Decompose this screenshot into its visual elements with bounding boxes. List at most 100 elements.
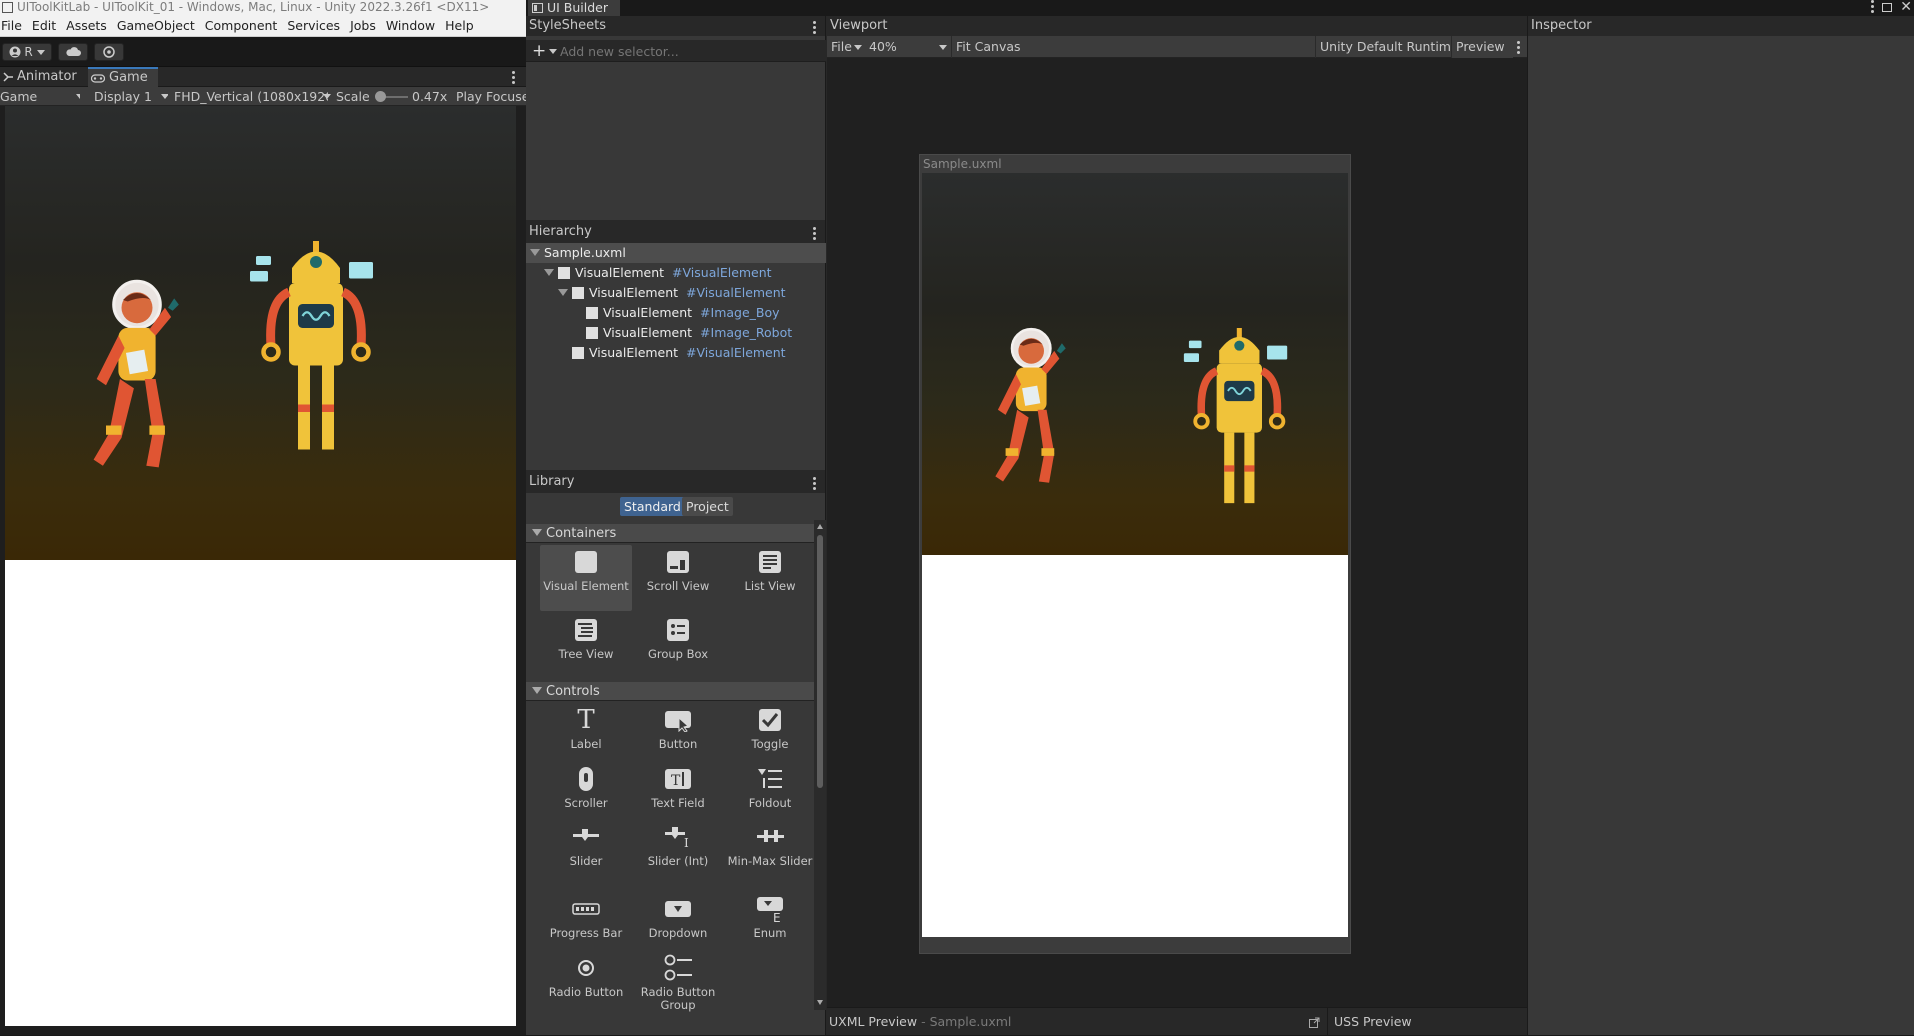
maximize-icon[interactable] xyxy=(1882,2,1893,12)
file-dropdown[interactable]: File xyxy=(827,36,862,58)
game-panel-menu-icon[interactable] xyxy=(512,71,515,84)
canvas-scene[interactable] xyxy=(922,173,1348,555)
group-box-icon xyxy=(664,616,692,644)
library-item-tree-view[interactable]: Tree View xyxy=(540,613,632,661)
chevron-down-icon xyxy=(76,94,80,99)
library-item-slider[interactable]: Slider xyxy=(540,820,632,868)
hierarchy-row[interactable]: VisualElement #VisualElement xyxy=(526,283,826,303)
library-item-slider-int[interactable]: I Slider (Int) xyxy=(632,820,724,868)
menu-window[interactable]: Window xyxy=(385,18,444,33)
library-item-progress-bar[interactable]: Progress Bar xyxy=(540,892,632,940)
library-item-text-field[interactable]: T Text Field xyxy=(632,762,724,810)
game-mode-dropdown[interactable]: Game xyxy=(0,87,80,106)
cloud-button[interactable] xyxy=(58,43,88,61)
hierarchy-row[interactable]: VisualElement #Image_Boy xyxy=(526,303,826,323)
chevron-down-icon xyxy=(939,45,947,50)
display-dropdown[interactable]: Display 1 xyxy=(94,87,168,106)
library-item-min-max-slider[interactable]: Min-Max Slider xyxy=(724,820,816,868)
library-menu-icon[interactable] xyxy=(813,477,816,490)
library-item-radio-button-group[interactable]: Radio Button Group xyxy=(632,951,724,1012)
astronaut-boy-image xyxy=(93,279,179,468)
library-item-label-control[interactable]: T Label xyxy=(540,703,632,751)
account-icon xyxy=(9,46,21,58)
tab-game[interactable]: Game xyxy=(88,67,158,87)
library-item-group-box[interactable]: Group Box xyxy=(632,613,724,661)
uxml-preview-tab[interactable]: UXML Preview - Sample.uxml xyxy=(829,1008,1011,1036)
account-dropdown[interactable]: R xyxy=(2,43,52,61)
window-menu-icon[interactable] xyxy=(1871,0,1875,13)
library-item-foldout[interactable]: Foldout xyxy=(724,762,816,810)
scale-slider-knob[interactable] xyxy=(375,91,387,102)
hierarchy-menu-icon[interactable] xyxy=(813,227,816,240)
game-view[interactable] xyxy=(0,106,526,1035)
library-item-radio-button[interactable]: Radio Button xyxy=(540,951,632,999)
controls-foldout[interactable]: Controls xyxy=(526,682,814,701)
preview-button[interactable]: Preview xyxy=(1451,36,1513,58)
stylesheets-menu-icon[interactable] xyxy=(813,21,816,34)
menu-services[interactable]: Services xyxy=(286,18,349,33)
svg-text:E: E xyxy=(773,911,781,922)
canvas-white-area[interactable] xyxy=(922,555,1348,937)
hierarchy-row[interactable]: VisualElement #VisualElement xyxy=(526,263,826,283)
expand-triangle-icon[interactable] xyxy=(558,289,568,296)
fit-canvas-button[interactable]: Fit Canvas xyxy=(951,36,1031,58)
resolution-dropdown[interactable]: FHD_Vertical (1080x1920) xyxy=(174,87,328,106)
add-selector-input[interactable] xyxy=(558,42,820,60)
library-item-scroll-view[interactable]: Scroll View xyxy=(632,545,724,593)
viewport-panel: Viewport File 40% Fit Canvas Unity Defau… xyxy=(827,16,1527,1036)
zoom-dropdown[interactable]: 40% xyxy=(865,36,947,58)
external-link-icon[interactable] xyxy=(1309,1017,1320,1028)
expand-triangle-icon[interactable] xyxy=(544,269,554,276)
library-item-scroller[interactable]: Scroller xyxy=(540,762,632,810)
tab-animator[interactable]: Animator xyxy=(0,67,82,87)
library-item-visual-element[interactable]: Visual Element xyxy=(540,545,632,611)
scroll-down-icon[interactable] xyxy=(817,1000,823,1005)
animator-icon xyxy=(3,72,13,82)
viewport-toolbar: File 40% Fit Canvas Unity Default Runtim… xyxy=(827,36,1527,58)
close-icon[interactable]: ✕ xyxy=(1900,0,1912,14)
library-item-dropdown[interactable]: Dropdown xyxy=(632,892,724,940)
hierarchy-row[interactable]: VisualElement #Image_Robot xyxy=(526,323,826,343)
play-focused-dropdown[interactable]: Play Focused xyxy=(456,87,526,106)
hierarchy-root-row[interactable]: Sample.uxml xyxy=(526,243,826,263)
library-item-list-view[interactable]: List View xyxy=(724,545,816,593)
uss-preview-tab[interactable]: USS Preview xyxy=(1327,1008,1412,1036)
scale-value: 0.47x xyxy=(412,89,448,104)
library-item-toggle[interactable]: Toggle xyxy=(724,703,816,751)
add-stylesheet-button[interactable]: + xyxy=(532,42,558,60)
viewport-menu-icon[interactable] xyxy=(1517,41,1520,54)
menu-edit[interactable]: Edit xyxy=(31,18,65,33)
menu-jobs[interactable]: Jobs xyxy=(349,18,385,33)
scroll-up-icon[interactable] xyxy=(817,524,823,529)
library-tab-project[interactable]: Project xyxy=(682,497,733,516)
window-title-bar: UIToolKitLab - UIToolKit_01 - Windows, M… xyxy=(0,0,526,15)
chevron-down-icon xyxy=(853,45,862,50)
containers-foldout[interactable]: Containers xyxy=(526,524,814,543)
containers-title: Containers xyxy=(546,526,617,541)
unity-logo-icon xyxy=(2,2,13,13)
hierarchy-row-name: #Image_Robot xyxy=(700,325,793,340)
game-tab-bar: Animator Game xyxy=(0,67,526,87)
library-item-enum[interactable]: E Enum xyxy=(724,892,816,940)
menu-assets[interactable]: Assets xyxy=(65,18,116,33)
svg-text:T: T xyxy=(671,773,681,789)
hierarchy-row-type: VisualElement xyxy=(603,325,693,340)
canvas[interactable]: Sample.uxml xyxy=(919,154,1351,954)
library-item-label: Slider (Int) xyxy=(647,854,709,868)
scale-slider[interactable] xyxy=(374,87,410,106)
robot-image xyxy=(1183,328,1288,504)
library-item-button[interactable]: Button xyxy=(632,703,724,751)
tab-ui-builder[interactable]: UI Builder xyxy=(528,0,621,16)
collab-button[interactable] xyxy=(94,43,124,61)
menu-file[interactable]: File xyxy=(0,18,31,33)
hierarchy-row[interactable]: VisualElement #VisualElement xyxy=(526,343,826,363)
settings-icon xyxy=(103,46,115,58)
expand-triangle-icon[interactable] xyxy=(530,249,540,256)
library-scrollbar-thumb[interactable] xyxy=(817,535,823,788)
menu-gameobject[interactable]: GameObject xyxy=(116,18,204,33)
library-tab-standard[interactable]: Standard xyxy=(620,497,685,516)
menu-help[interactable]: Help xyxy=(444,18,483,33)
library-item-label: Enum xyxy=(753,926,787,940)
game-icon xyxy=(91,73,105,83)
menu-component[interactable]: Component xyxy=(204,18,287,33)
